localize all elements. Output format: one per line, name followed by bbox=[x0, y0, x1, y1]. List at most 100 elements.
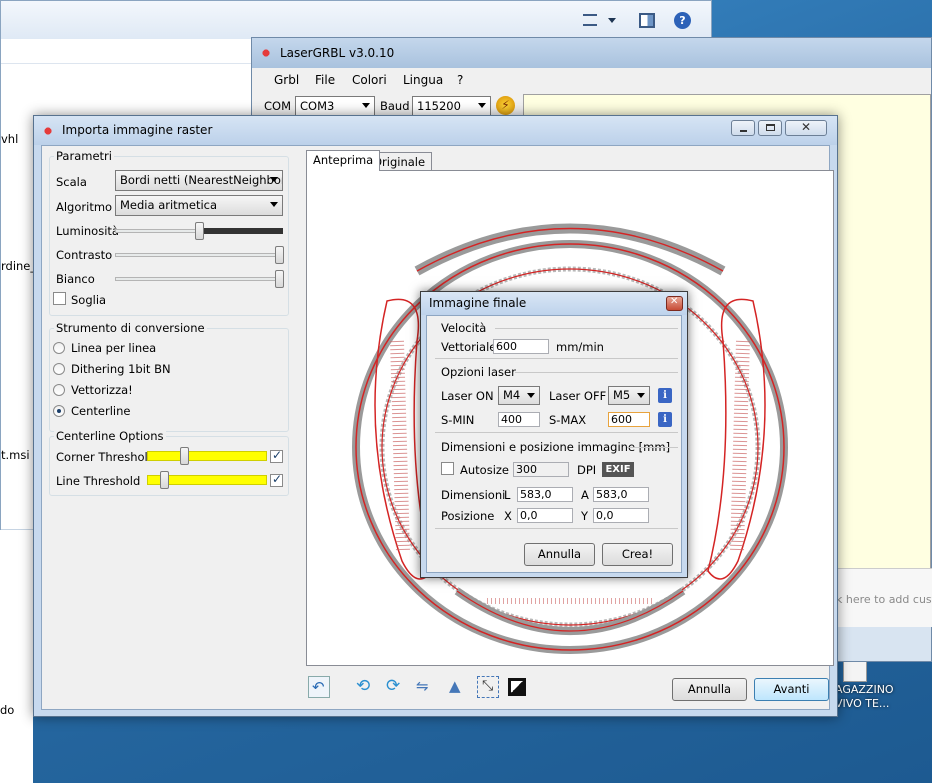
crop-icon[interactable]: ⤡ bbox=[477, 676, 499, 698]
line-threshold-slider[interactable] bbox=[147, 470, 267, 490]
maximize-icon bbox=[766, 124, 775, 131]
reset-arrow-glyph: ↶ bbox=[312, 678, 325, 696]
explorer-fragment-3: t.msi bbox=[1, 448, 30, 462]
close-button[interactable]: ✕ bbox=[785, 120, 827, 136]
laser-on-label: Laser ON bbox=[441, 389, 494, 403]
smin-label: S-MIN bbox=[441, 413, 475, 427]
luminosita-thumb[interactable] bbox=[195, 222, 204, 240]
baud-rate-select[interactable]: 115200 bbox=[412, 96, 491, 116]
menu-grbl[interactable]: Grbl bbox=[274, 73, 299, 87]
rotate-cw-icon[interactable]: ⟳ bbox=[384, 676, 406, 698]
import-cancel-button[interactable]: Annulla bbox=[672, 678, 747, 701]
menu-lingua[interactable]: Lingua bbox=[403, 73, 443, 87]
laser-bottom-sep bbox=[435, 432, 678, 433]
final-image-dialog: Immagine finale ✕ Velocità Vettoriale 60… bbox=[420, 291, 688, 578]
line-threshold-thumb[interactable] bbox=[160, 471, 169, 489]
tool-label-linea[interactable]: Linea per linea bbox=[71, 341, 156, 355]
explorer-fragment-1: vhl bbox=[1, 132, 19, 146]
y-position-input[interactable]: 0,0 bbox=[593, 508, 649, 523]
tool-label-vettorizza[interactable]: Vettorizza! bbox=[71, 383, 133, 397]
chevron-down-icon bbox=[478, 103, 486, 108]
vettoriale-speed-input[interactable]: 600 bbox=[493, 339, 549, 354]
tool-label-centerline[interactable]: Centerline bbox=[71, 404, 130, 418]
autosize-checkbox[interactable] bbox=[441, 462, 454, 475]
invert-icon[interactable] bbox=[508, 678, 526, 696]
exif-button[interactable]: EXIF bbox=[602, 462, 634, 477]
com-label: COM bbox=[264, 99, 292, 113]
laser-off-value: M5 bbox=[613, 388, 631, 402]
smax-input[interactable]: 600 bbox=[608, 412, 650, 427]
tool-radio-dithering[interactable] bbox=[53, 363, 65, 375]
luminosita-track bbox=[115, 229, 201, 233]
help-icon[interactable]: ? bbox=[674, 12, 691, 29]
vettoriale-label: Vettoriale bbox=[441, 340, 497, 354]
autosize-dpi-input[interactable]: 300 bbox=[513, 462, 569, 477]
laser-off-label: Laser OFF bbox=[549, 389, 607, 403]
height-input[interactable]: 583,0 bbox=[593, 487, 649, 502]
laser-separator bbox=[515, 372, 678, 373]
tool-label-dithering[interactable]: Dithering 1bit BN bbox=[71, 362, 171, 376]
dpi-label: DPI bbox=[577, 463, 597, 477]
luminosita-slider[interactable] bbox=[115, 221, 283, 241]
baud-rate-value: 115200 bbox=[417, 99, 461, 113]
import-next-button[interactable]: Avanti bbox=[754, 678, 829, 701]
x-label: X bbox=[504, 509, 512, 523]
laser-on-select[interactable]: M4 bbox=[498, 386, 540, 405]
soglia-checkbox[interactable] bbox=[53, 292, 66, 305]
scala-select[interactable]: Bordi netti (NearestNeighbor) bbox=[115, 170, 283, 191]
contrasto-slider[interactable] bbox=[115, 245, 284, 265]
corner-threshold-track bbox=[147, 451, 267, 461]
laser-mode-info-icon[interactable]: i bbox=[658, 388, 672, 403]
flip-horizontal-glyph: ⇋ bbox=[416, 677, 429, 695]
com-port-select[interactable]: COM3 bbox=[295, 96, 375, 116]
final-cancel-button[interactable]: Annulla bbox=[524, 543, 595, 566]
corner-threshold-checkbox[interactable] bbox=[270, 448, 283, 463]
dialog-logo-icon bbox=[41, 124, 55, 138]
command-input[interactable]: k here to add custo bbox=[836, 593, 932, 606]
minimize-icon bbox=[740, 130, 747, 132]
centerline-options-label: Centerline Options bbox=[54, 429, 166, 443]
tool-radio-centerline[interactable] bbox=[53, 405, 65, 417]
bianco-slider[interactable] bbox=[115, 269, 284, 289]
flip-horizontal-icon[interactable]: ⇋ bbox=[415, 676, 437, 698]
view-dropdown-chevron-icon[interactable] bbox=[608, 18, 616, 23]
reset-icon[interactable]: ↶ bbox=[308, 676, 330, 698]
parameters-group-label: Parametri bbox=[54, 149, 114, 163]
rotate-cw-glyph: ⟳ bbox=[386, 676, 401, 696]
power-info-icon[interactable]: i bbox=[658, 412, 672, 427]
flip-vertical-icon[interactable]: ▲ bbox=[446, 676, 468, 698]
explorer-fragment-4: do bbox=[0, 703, 15, 717]
menu-file[interactable]: File bbox=[315, 73, 335, 87]
x-position-input[interactable]: 0,0 bbox=[517, 508, 573, 523]
view-options-icon[interactable] bbox=[583, 14, 597, 26]
final-dialog-titlebar: Immagine finale ✕ bbox=[421, 292, 687, 315]
preview-pane-icon[interactable] bbox=[639, 13, 655, 28]
algoritmo-select[interactable]: Media aritmetica bbox=[115, 195, 283, 216]
menu-colori[interactable]: Colori bbox=[352, 73, 387, 87]
tab-anteprima[interactable]: Anteprima bbox=[306, 150, 381, 171]
invert-glyph bbox=[511, 681, 523, 693]
connect-icon[interactable]: ⚡ bbox=[496, 96, 515, 115]
explorer-lower-area bbox=[0, 530, 33, 783]
maximize-button[interactable] bbox=[758, 120, 782, 136]
final-close-button[interactable]: ✕ bbox=[666, 296, 683, 311]
bianco-thumb[interactable] bbox=[275, 270, 284, 288]
laser-off-select[interactable]: M5 bbox=[608, 386, 650, 405]
create-button[interactable]: Crea! bbox=[602, 543, 673, 566]
width-input[interactable]: 583,0 bbox=[517, 487, 573, 502]
laser-on-value: M4 bbox=[503, 388, 521, 402]
tool-radio-vettorizza[interactable] bbox=[53, 384, 65, 396]
corner-threshold-thumb[interactable] bbox=[180, 447, 189, 465]
contrasto-thumb[interactable] bbox=[275, 246, 284, 264]
rotate-ccw-icon[interactable]: ⟲ bbox=[354, 676, 376, 698]
corner-threshold-slider[interactable] bbox=[147, 446, 267, 466]
minimize-button[interactable] bbox=[731, 120, 755, 136]
menu-help[interactable]: ? bbox=[457, 73, 463, 87]
smin-input[interactable]: 400 bbox=[498, 412, 540, 427]
tool-radio-linea[interactable] bbox=[53, 342, 65, 354]
close-icon: ✕ bbox=[670, 296, 679, 307]
line-threshold-checkbox[interactable] bbox=[270, 472, 283, 487]
width-label: L bbox=[504, 488, 511, 502]
speed-group-label: Velocità bbox=[441, 321, 487, 335]
speed-bottom-sep bbox=[435, 358, 678, 359]
